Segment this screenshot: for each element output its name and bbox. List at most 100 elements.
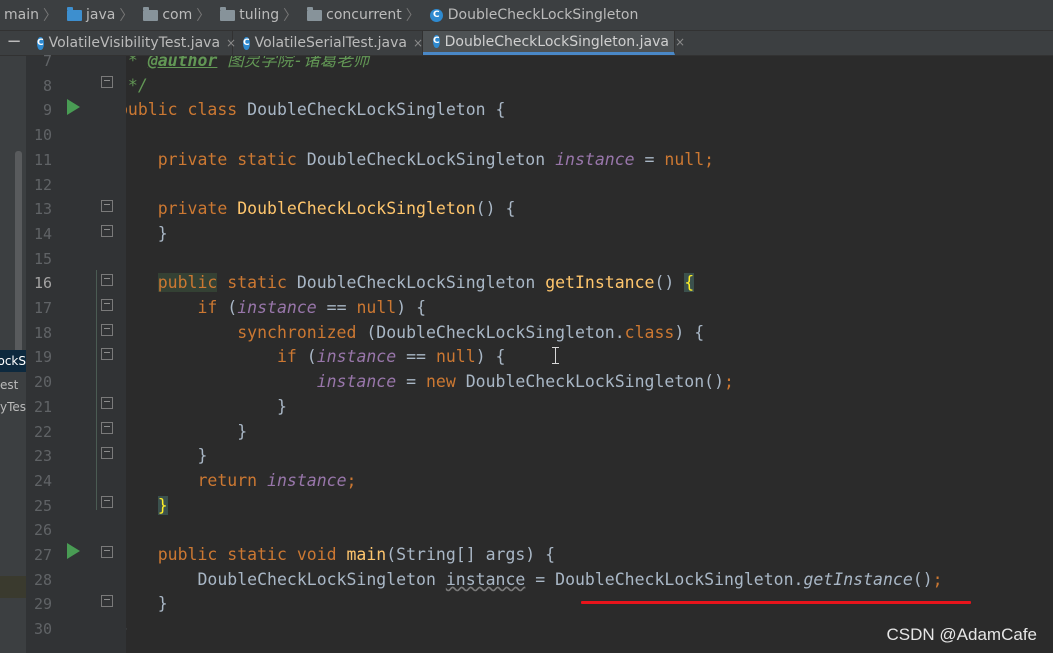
breadcrumb-label: DoubleCheckLockSingleton [447, 7, 639, 23]
project-item[interactable]: est [0, 374, 26, 396]
semicolon: ; [704, 149, 715, 169]
code-text: ( [296, 347, 317, 367]
class-declaration: DoubleCheckLockSingleton { [237, 100, 506, 120]
line-number: 17 [33, 299, 52, 317]
folder-icon [307, 6, 323, 21]
fold-icon[interactable] [101, 76, 113, 88]
field-name: instance [257, 470, 347, 490]
code-line-13: private DoubleCheckLockSingleton() { [126, 197, 516, 222]
line-number: 18 [33, 323, 52, 342]
fold-icon[interactable] [101, 546, 113, 558]
code-editor[interactable]: * @author 图灵学院-诸葛老师 */ public class Doub… [126, 56, 1053, 653]
mouse-ibeam-cursor [552, 347, 559, 364]
code-text: } [237, 421, 248, 441]
fold-icon[interactable] [101, 397, 113, 409]
comment-text: 图灵学院-诸葛老师 [217, 56, 370, 70]
static-method-call: getInstance [803, 569, 913, 589]
constructor-name: DoubleCheckLockSingleton [237, 199, 476, 219]
tab-label: VolatileSerialTest.java [254, 35, 407, 51]
code-line-7: * @author 图灵学院-诸葛老师 [126, 56, 369, 74]
line-number: 19 [33, 348, 52, 367]
fold-icon[interactable] [101, 225, 113, 237]
code-text: () [912, 569, 933, 589]
code-line-24: return instance; [126, 469, 356, 494]
code-text: (String[] args) { [386, 545, 556, 564]
fold-icon[interactable] [101, 348, 113, 360]
fold-icon[interactable] [101, 447, 113, 459]
breadcrumb-item-tuling[interactable]: tuling 〉 [210, 5, 297, 25]
tab-volatile-visibility-test[interactable]: C VolatileVisibilityTest.java × [27, 31, 236, 55]
code-line-21: } [126, 395, 287, 420]
code-text: () [654, 273, 685, 293]
tab-label: DoubleCheckLockSingleton.java [444, 33, 669, 50]
semicolon: ; [724, 372, 734, 392]
fold-icon[interactable] [101, 299, 113, 311]
comment-star: * [127, 56, 138, 70]
matched-brace: { [684, 273, 695, 293]
operator: = [396, 372, 426, 392]
code-text: ) { [475, 347, 506, 367]
breadcrumb-label: main [4, 7, 39, 23]
line-number: 27 [33, 546, 52, 564]
chevron-right-icon: 〉 [405, 8, 420, 24]
code-line-11: private static DoubleCheckLockSingleton … [126, 148, 714, 173]
project-item[interactable]: ockS [0, 350, 26, 372]
code-text: () { [475, 199, 516, 219]
fold-icon[interactable] [101, 595, 113, 607]
close-icon[interactable]: × [413, 36, 423, 50]
code-line-9: public class DoubleCheckLockSingleton { [126, 98, 505, 123]
editor-tab-bar: − C VolatileVisibilityTest.java × C Vola… [0, 31, 1053, 56]
field-name: instance [237, 298, 317, 317]
line-number: 11 [33, 150, 52, 169]
code-line-25: } [126, 494, 168, 519]
fold-icon[interactable] [101, 274, 113, 286]
fold-guide [96, 270, 97, 510]
run-icon[interactable] [67, 543, 80, 559]
fold-icon[interactable] [101, 324, 113, 336]
line-number: 20 [33, 373, 52, 392]
code-text: } [157, 594, 168, 614]
red-annotation-underline [581, 601, 971, 604]
unused-variable: instance [445, 569, 526, 589]
breadcrumb-item-com[interactable]: com 〉 [133, 5, 210, 25]
fold-icon[interactable] [101, 422, 113, 434]
keyword: null [435, 347, 476, 367]
breadcrumb-item-concurrent[interactable]: concurrent 〉 [297, 5, 420, 25]
project-item[interactable]: cyTes [0, 396, 26, 418]
code-text: DoubleCheckLockSingleton() [455, 372, 725, 392]
semicolon: ; [932, 569, 943, 589]
code-line-17: if (instance == null) { [126, 296, 426, 321]
semicolon: ; [346, 470, 357, 490]
line-number: 9 [42, 101, 52, 120]
breadcrumb-label: tuling [239, 7, 280, 23]
project-tool-window: ockS est cyTes [0, 56, 26, 653]
code-line-27: public static void main(String[] args) { [126, 543, 555, 568]
line-number: 14 [33, 224, 52, 243]
editor-gutter: 7 8 9 10 11 12 13 14 15 16 17 18 19 20 2… [26, 52, 126, 653]
folder-icon [220, 6, 236, 21]
project-scrollbar[interactable] [15, 151, 22, 361]
tab-double-check-lock-singleton[interactable]: C DoubleCheckLockSingleton.java × [423, 31, 685, 55]
code-text: } [157, 223, 168, 243]
chevron-right-icon: 〉 [42, 8, 57, 24]
breadcrumb-item-main[interactable]: main 〉 [4, 5, 57, 25]
run-icon[interactable] [67, 99, 80, 115]
breadcrumb-item-java[interactable]: java 〉 [57, 5, 133, 25]
field-name: instance [555, 149, 635, 169]
folder-icon [143, 6, 159, 21]
code-line-8: */ [126, 74, 148, 99]
tab-volatile-serial-test[interactable]: C VolatileSerialTest.java × [233, 31, 423, 55]
breadcrumb-item-class[interactable]: C DoubleCheckLockSingleton [420, 7, 639, 23]
java-class-icon: C [37, 36, 44, 50]
line-number: 28 [33, 570, 52, 589]
code-line-19: if (instance == null) { [126, 345, 506, 370]
line-number: 12 [33, 175, 52, 194]
folder-icon [66, 6, 82, 21]
close-icon[interactable]: × [675, 35, 685, 49]
line-number: 21 [33, 397, 52, 416]
fold-icon[interactable] [101, 200, 113, 212]
line-number: 15 [33, 249, 52, 268]
collapse-icon[interactable]: − [4, 33, 24, 52]
line-number-current: 16 [33, 274, 52, 293]
fold-icon[interactable] [101, 496, 113, 508]
